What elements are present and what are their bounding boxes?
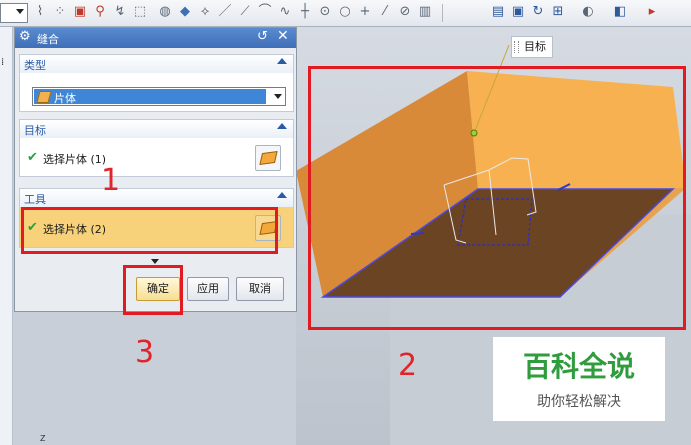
annotation-marker-1: 1 xyxy=(101,163,121,198)
toolbar-selection-filter[interactable] xyxy=(0,3,28,23)
shape-tool-icon[interactable]: ◍ xyxy=(157,4,173,20)
arc-tool-icon[interactable]: ⌒ xyxy=(257,4,273,20)
spline-tool-icon[interactable]: ∿ xyxy=(277,4,293,20)
target-section-label: 目标 xyxy=(24,124,46,137)
grid-tool-icon[interactable]: ⊞ xyxy=(550,4,566,20)
shade-tool-icon[interactable]: ◧ xyxy=(612,4,628,20)
edit-tool-icon[interactable]: ⚲ xyxy=(92,4,108,20)
checkmark-icon: ✔ xyxy=(27,150,38,165)
curve-tool-icon[interactable]: ⌇ xyxy=(32,4,48,20)
watermark-subtitle: 助你轻松解决 xyxy=(537,394,621,410)
left-resource-strip: ⁞ xyxy=(0,27,13,445)
target-selection-text: 选择片体 (1) xyxy=(43,153,107,166)
line2-tool-icon[interactable]: ⟋ xyxy=(237,4,253,20)
box-select-icon[interactable]: ⬚ xyxy=(132,4,148,20)
circle2-tool-icon[interactable]: ○ xyxy=(337,4,353,20)
type-section-header[interactable]: 类型 xyxy=(19,54,294,74)
collapse-caret-icon[interactable] xyxy=(277,192,287,198)
reset-icon[interactable]: ↺ xyxy=(257,29,268,44)
pattern-tool-icon[interactable]: ↯ xyxy=(112,4,128,20)
type-select-text: 片体 xyxy=(54,92,76,105)
view-tool-icon[interactable]: ▤ xyxy=(490,4,506,20)
highlight-box-tool xyxy=(21,207,278,254)
window-tool-icon[interactable]: ▣ xyxy=(510,4,526,20)
line-tool-icon[interactable]: ／ xyxy=(217,4,233,20)
tool-section-header[interactable]: 工具 xyxy=(19,188,294,208)
circle-tool-icon[interactable]: ⊙ xyxy=(317,4,333,20)
axis-z-label: Z xyxy=(40,434,46,443)
dialog-title-bar: ⚙ 缝合 ↺ ✕ xyxy=(15,28,296,48)
select-face-button[interactable] xyxy=(255,145,281,171)
target-section-header[interactable]: 目标 xyxy=(19,119,294,139)
dialog-title: 缝合 xyxy=(37,33,59,46)
watermark-title: 百科全说 xyxy=(522,350,635,383)
apply-button[interactable]: 应用 xyxy=(187,277,229,301)
toolbar-separator xyxy=(442,4,443,22)
target-callout-label: 目标 xyxy=(524,40,546,53)
cancel-button[interactable]: 取消 xyxy=(236,277,284,301)
expand-more-icon[interactable] xyxy=(151,259,159,264)
toolbar: ⌇ ⁘ ▣ ⚲ ↯ ⬚ ◍ ◆ ⟡ ／ ⟋ ⌒ ∿ ┼ ⊙ ○ + ⁄ ⊘ ▥ … xyxy=(0,0,691,27)
cross-tool-icon[interactable]: ┼ xyxy=(297,4,313,20)
collapse-caret-icon[interactable] xyxy=(277,123,287,129)
strip-glyph-icon: ⁞ xyxy=(1,57,5,68)
grip-icon xyxy=(514,41,519,53)
type-section-body: 片体 xyxy=(19,73,294,112)
point-tool-icon[interactable]: ⁘ xyxy=(52,4,68,20)
highlight-box-ok xyxy=(123,265,183,315)
snap2-tool-icon[interactable]: ▸ xyxy=(644,4,660,20)
gear-icon[interactable]: ⚙ xyxy=(19,29,31,44)
tool-section-label: 工具 xyxy=(24,193,46,206)
plus-tool-icon[interactable]: + xyxy=(357,4,373,20)
annotation-marker-2: 2 xyxy=(398,348,418,383)
render-tool-icon[interactable]: ◐ xyxy=(580,4,596,20)
target-callout: 目标 xyxy=(511,36,553,58)
book-tool-icon[interactable]: ▥ xyxy=(417,4,433,20)
highlight-box-viewport xyxy=(308,66,686,330)
dropdown-arrow-icon[interactable] xyxy=(274,94,282,99)
dropdown-arrow-icon xyxy=(16,9,24,14)
select-face-icon xyxy=(259,151,278,165)
watermark: 百科全说 助你轻松解决 xyxy=(493,337,665,421)
annotation-marker-3: 3 xyxy=(135,335,155,370)
zoom-tool-icon[interactable]: ⊘ xyxy=(397,4,413,20)
cube-tool-icon[interactable]: ◆ xyxy=(177,4,193,20)
type-select-value: 片体 xyxy=(34,89,266,105)
rotate-tool-icon[interactable]: ↻ xyxy=(530,4,546,20)
type-select[interactable]: 片体 xyxy=(32,87,286,106)
close-icon[interactable]: ✕ xyxy=(277,28,289,44)
slash-tool-icon[interactable]: ⁄ xyxy=(377,4,393,20)
snap-tool-icon[interactable]: ▣ xyxy=(72,4,88,20)
transform-tool-icon[interactable]: ⟡ xyxy=(197,4,213,20)
sheet-body-icon xyxy=(36,91,52,103)
type-section-label: 类型 xyxy=(24,59,46,72)
collapse-caret-icon[interactable] xyxy=(277,58,287,64)
target-select-row[interactable]: ✔ 选择片体 (1) xyxy=(19,140,292,176)
